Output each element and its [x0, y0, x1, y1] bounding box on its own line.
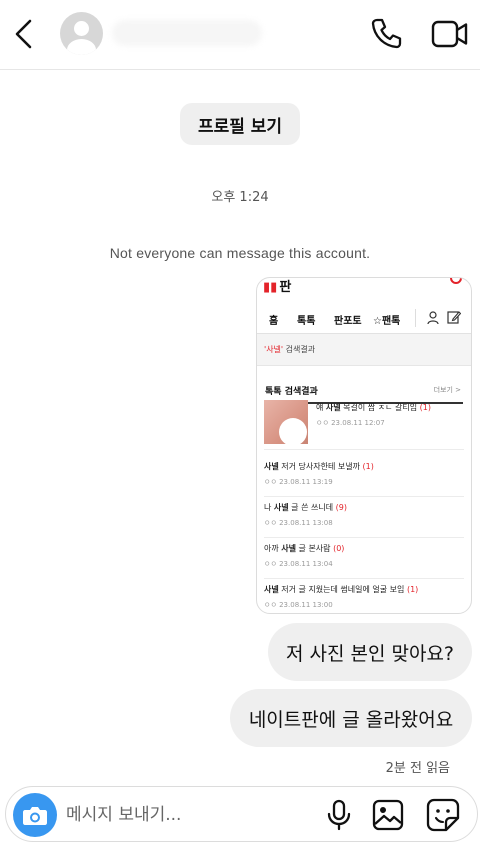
search-result-bar: '사넬' 검색결과 [257, 334, 471, 366]
message-bubble[interactable]: 저 사진 본인 맞아요? [268, 623, 472, 681]
post-item: 아까 사넬 글 본사람 (0) ㅇㅇ 23.08.11 13:04 [264, 541, 464, 579]
post-item: 사넬 저거 글 지웠는데 썸네일에 얼굴 보임 (1) ㅇㅇ 23.08.11 … [264, 585, 419, 609]
video-camera-icon[interactable] [430, 16, 470, 52]
message-input[interactable] [66, 799, 316, 831]
chevron-left-icon[interactable] [10, 17, 38, 51]
edit-icon [447, 311, 461, 324]
username-redacted[interactable] [112, 20, 262, 46]
message-composer [5, 786, 478, 842]
nav-photo: 판포토 [334, 316, 362, 327]
nav-home: 홈 [269, 316, 279, 327]
image-icon[interactable] [372, 799, 404, 831]
shared-image[interactable]: ▮▮ 판 홈 톡톡 판포토 ☆팬톡 '사넬' 검색결과 톡톡 검색결과 더보기 >… [256, 277, 472, 614]
user-icon [427, 311, 439, 325]
restriction-notice: Not everyone can message this account. [109, 245, 371, 261]
microphone-icon[interactable] [324, 799, 354, 831]
post-item: 얘 사넬 목걸이 짭 ㅈㄴ 갈티임 (1) ㅇㅇ 23.08.11 12:07 [264, 400, 464, 450]
chat-header [0, 0, 480, 70]
message-timestamp: 오후 1:24 [211, 190, 269, 205]
message-bubble[interactable]: 네이트판에 글 올라왔어요 [230, 689, 472, 747]
avatar[interactable] [60, 12, 103, 55]
post-thumbnail [264, 400, 308, 444]
site-logo: ▮▮ 판 [263, 279, 292, 294]
phone-icon[interactable] [368, 16, 404, 52]
view-profile-button[interactable]: 프로필 보기 [180, 103, 300, 145]
post-item: 사넬 저거 당사자한테 보낼까 (1) ㅇㅇ 23.08.11 13:19 [264, 459, 464, 497]
post-item: 나 사넬 글 쓴 쓰니데 (9) ㅇㅇ 23.08.11 13:08 [264, 500, 464, 538]
camera-icon [23, 807, 47, 825]
read-receipt: 2분 전 읽음 [385, 761, 450, 776]
search-icon [450, 278, 462, 284]
camera-button[interactable] [13, 793, 57, 837]
site-nav: 홈 톡톡 판포토 ☆팬톡 [257, 304, 471, 334]
nav-fan: ☆팬톡 [373, 316, 401, 327]
nav-talk: 톡톡 [297, 316, 316, 327]
sticker-icon[interactable] [426, 798, 460, 832]
